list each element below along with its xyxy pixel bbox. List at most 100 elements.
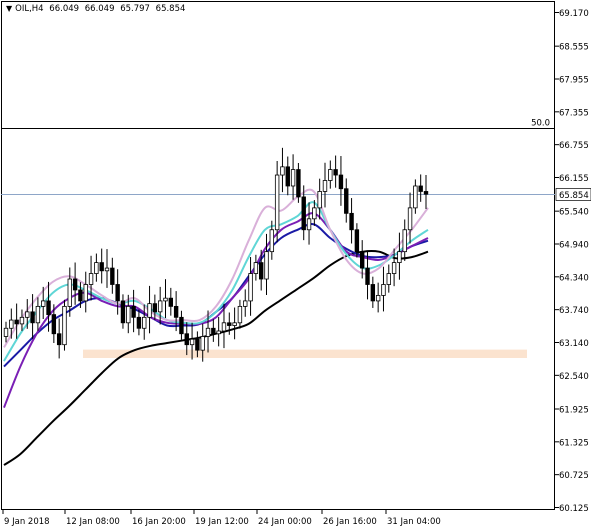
candle-body-up [386,273,391,285]
candle-body-down [46,300,51,315]
candle-body-up [328,169,333,181]
candle-body-down [211,327,216,335]
candle-body-down [296,169,301,198]
candle-body-up [221,322,227,332]
y-tick-label: 60.125 [559,504,589,514]
price-chart: 50.0 69.170 68.555 67.955 67.355 66.755 66.155… [1,1,591,527]
y-tick-label: 64.940 [559,240,589,250]
candle-body-down [115,284,120,302]
y-tick-label: 67.955 [559,75,589,85]
candle-body-up [19,316,25,325]
open-value: 66.049 [49,4,80,14]
candle-body-up [157,300,163,313]
candle-body-down [227,322,232,326]
candle-body-down [418,185,423,192]
x-tick-label: 16 Jan 20:00 [132,517,186,527]
high-value: 66.049 [84,4,115,14]
plot-frame [1,1,555,510]
candle-body-up [83,284,88,302]
candle-body-down [301,196,306,231]
x-tick-label: 19 Jan 12:00 [195,517,249,527]
candle-body-up [317,191,322,209]
candle-body-up [402,229,407,253]
candle-body-down [365,267,370,285]
candle [62,299,67,351]
x-tick-label: 24 Jan 00:00 [258,517,312,527]
candle-body-down [14,319,19,325]
y-tick-label: 64.340 [559,273,589,283]
x-tick-label: 9 Jan 2018 [4,517,50,527]
y-tick-label: 63.740 [559,306,589,316]
candle-body-up [216,330,221,335]
candle-body-up [25,311,30,318]
candle-body-down [184,333,189,346]
candle-body-up [274,174,280,231]
y-tick-label: 62.540 [559,372,589,382]
y-tick-label: 66.755 [559,141,589,151]
y-tick-label: 60.725 [559,471,589,481]
x-tick-label: 12 Jan 08:00 [66,517,120,527]
candle-body-up [280,166,285,176]
candle-body-down [78,289,83,302]
candle-body-down [120,300,126,324]
candle-body-down [56,333,62,346]
y-tick-label: 66.155 [559,174,589,184]
support-zone [83,349,527,358]
candle-body-down [131,305,136,318]
y-tick-label: 67.355 [559,108,589,118]
candle-body-down [354,229,360,253]
dropdown-triangle-icon[interactable]: ▼ [6,4,12,13]
candle-body-up [205,327,211,337]
candle-body-up [407,207,413,231]
candle-body-up [306,218,312,231]
candle-body-up [94,262,99,274]
y-tick-label: 63.140 [559,339,589,349]
candle-body-down [370,284,376,302]
candle-body-up [312,207,317,220]
candle-body-up [163,297,168,302]
candle-body-up [232,322,237,326]
candle-body-down [344,188,349,214]
candle-body-up [397,251,402,263]
candle-body-down [333,169,338,176]
current-price-badge: 65.854 [555,188,591,201]
y-tick-label: 65.540 [559,208,589,218]
level-line-label: 50.0 [531,119,550,129]
candle-body-up [375,295,381,302]
x-tick-label: 26 Jan 16:00 [323,517,377,527]
candle-body-down [72,278,78,291]
candle-body-down [360,251,365,269]
candle-body-up [322,180,328,192]
candle-body-down [173,305,179,318]
close-value: 65.854 [155,4,186,14]
candle-body-up [253,262,259,274]
candle-body-down [258,262,264,280]
candle-body-up [248,273,253,302]
candle-body-up [67,278,72,307]
candle-body-up [189,338,195,346]
candle-body-down [179,316,184,335]
chart-header: ▼ OIL,H4 66.049 66.049 65.797 65.854 [6,4,188,14]
candle-body-down [195,338,200,351]
candle-body-down [285,166,290,187]
candle-body-down [110,267,115,285]
low-value: 65.797 [120,4,150,14]
candle-body-up [200,336,205,351]
candle-body-up [243,300,248,307]
candle-body-down [168,297,174,307]
symbol-label: OIL,H4 [15,4,44,14]
candle-body-up [142,316,147,329]
candle-body-up [269,229,275,253]
candle-body-down [30,311,35,324]
y-tick-label: 69.170 [559,9,589,19]
candle-body-up [104,267,110,272]
x-tick-label: 31 Jan 04:00 [387,517,441,527]
candle-body-up [237,305,243,324]
candle-body-up [88,273,94,285]
candle-body-up [264,251,269,280]
candle-body-up [3,327,9,337]
candle-body-down [423,191,429,195]
candle-body-up [381,284,386,296]
candle-body-up [413,185,418,209]
candle-body-down [51,314,57,335]
